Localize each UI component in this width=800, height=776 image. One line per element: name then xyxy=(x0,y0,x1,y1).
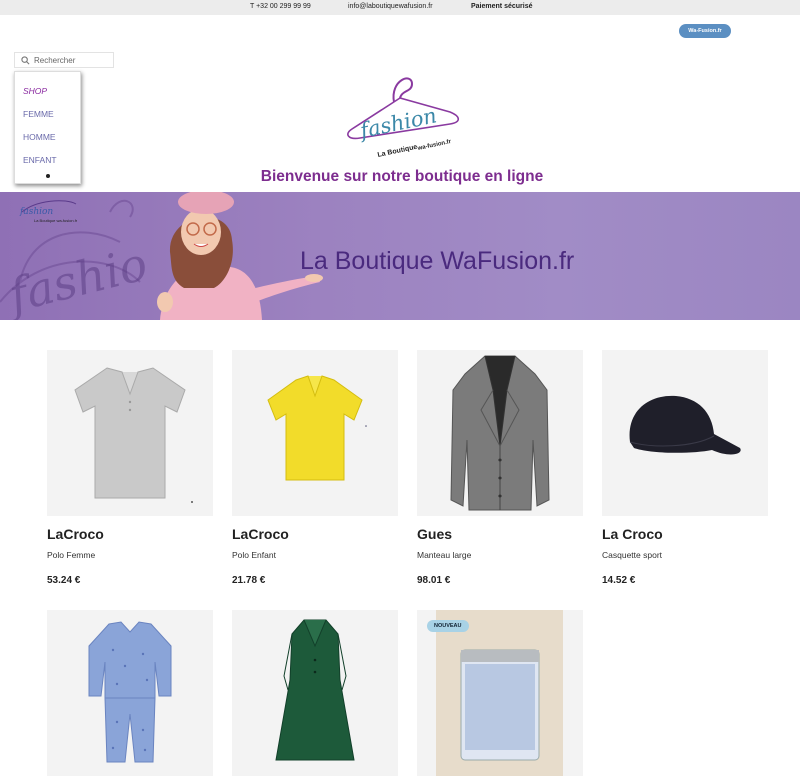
product-image[interactable] xyxy=(232,350,398,516)
site-button[interactable]: Wa-Fusion.fr xyxy=(679,24,731,38)
logo-line2: wa-fusion.fr xyxy=(416,139,452,152)
menu-item-homme[interactable]: HOMME xyxy=(23,132,56,142)
top-info-bar: T +32 00 299 99 99 info@laboutiquewafusi… xyxy=(0,0,800,15)
product-card[interactable]: Gues Manteau large 98.01 € xyxy=(417,350,583,590)
fashion-logo[interactable]: fashion La Boutique wa-fusion.fr xyxy=(340,74,465,164)
product-image[interactable] xyxy=(602,350,768,516)
product-price: 14.52 € xyxy=(602,575,636,586)
email-link[interactable]: info@laboutiquewafusion.fr xyxy=(348,3,433,10)
model-woman-illustration xyxy=(157,192,323,320)
product-card[interactable]: LaCroco Polo Enfant 21.78 € xyxy=(232,350,398,590)
grey-polo-shirt-icon xyxy=(74,367,193,503)
logo-word: fashion xyxy=(356,103,439,143)
green-coat-icon xyxy=(275,619,355,761)
product-description: Casquette sport xyxy=(602,550,663,560)
product-image[interactable] xyxy=(232,610,398,776)
yellow-polo-shirt-icon xyxy=(267,375,367,481)
product-card[interactable] xyxy=(232,610,398,776)
product-brand[interactable]: La Croco xyxy=(602,526,663,542)
product-price: 53.24 € xyxy=(47,575,81,586)
product-card[interactable]: LaCroco Polo Femme 53.24 € xyxy=(47,350,213,590)
welcome-heading: Bienvenue sur notre boutique en ligne xyxy=(260,168,544,185)
candle-jar-icon xyxy=(436,610,563,776)
search-input[interactable]: Rechercher xyxy=(14,52,114,68)
svg-text:La Boutique wa-fusion.fr: La Boutique wa-fusion.fr xyxy=(34,218,78,223)
svg-text:fashion: fashion xyxy=(19,207,53,217)
hero-banner: fashio fashion La Boutique wa-fusion.fr … xyxy=(0,192,800,320)
product-description: Polo Enfant xyxy=(232,550,276,560)
phone-number[interactable]: T +32 00 299 99 99 xyxy=(250,3,311,10)
search-icon xyxy=(21,56,30,65)
menu-item-shop[interactable]: SHOP xyxy=(23,86,47,96)
product-image[interactable] xyxy=(47,350,213,516)
svg-text:fashio: fashio xyxy=(1,236,153,320)
blue-pyjamas-icon xyxy=(88,621,172,763)
product-price: 98.01 € xyxy=(417,575,451,586)
product-image[interactable] xyxy=(417,350,583,516)
black-cap-icon xyxy=(629,395,741,455)
logo-line1: La Boutique xyxy=(377,144,418,159)
product-card[interactable] xyxy=(47,610,213,776)
product-brand[interactable]: LaCroco xyxy=(232,526,289,542)
product-card[interactable]: NOUVEAU xyxy=(417,610,583,776)
product-description: Polo Femme xyxy=(47,550,96,560)
search-placeholder: Rechercher xyxy=(34,56,76,65)
new-badge: NOUVEAU xyxy=(427,620,469,632)
banner-graphics: fashio fashion La Boutique wa-fusion.fr … xyxy=(0,192,574,320)
secure-payment-label: Paiement sécurisé xyxy=(471,3,533,10)
grey-coat-icon xyxy=(450,355,550,511)
product-image[interactable]: NOUVEAU xyxy=(417,610,583,776)
product-description: Manteau large xyxy=(417,550,472,560)
product-image[interactable] xyxy=(47,610,213,776)
menu-item-femme[interactable]: FEMME xyxy=(23,109,54,119)
product-brand[interactable]: Gues xyxy=(417,526,452,542)
product-brand[interactable]: LaCroco xyxy=(47,526,104,542)
product-card[interactable]: La Croco Casquette sport 14.52 € xyxy=(602,350,768,590)
banner-mini-logo: fashion La Boutique wa-fusion.fr xyxy=(19,200,78,223)
product-price: 21.78 € xyxy=(232,575,266,586)
menu-item-enfant[interactable]: ENFANT xyxy=(23,155,57,165)
banner-title: La Boutique WaFusion.fr xyxy=(300,247,574,275)
